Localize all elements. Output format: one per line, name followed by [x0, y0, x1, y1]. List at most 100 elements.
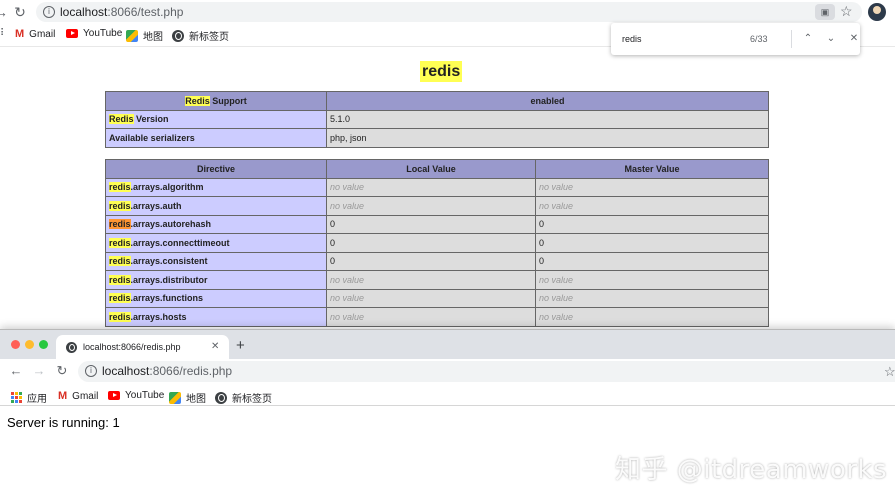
- front-address-bar[interactable]: i localhost:8066/redis.php: [78, 361, 895, 382]
- directive-name-cell: redis.arrays.distributor: [105, 270, 327, 290]
- master-value-cell: no value: [535, 288, 769, 308]
- key-text: Available serializers: [109, 132, 195, 143]
- maximize-window-button[interactable]: [39, 340, 48, 349]
- master-value-cell: no value: [535, 307, 769, 327]
- table-value-cell: php, json: [326, 128, 769, 148]
- minimize-window-button[interactable]: [25, 340, 34, 349]
- search-highlight: redis: [109, 293, 131, 304]
- directive-name-cell: redis.arrays.consistent: [105, 251, 327, 271]
- find-input[interactable]: redis: [622, 34, 642, 44]
- table-row: redis.arrays.hosts no value no value: [105, 307, 769, 327]
- find-previous-icon[interactable]: ⌃: [800, 31, 816, 47]
- bookmark-youtube[interactable]: YouTube: [66, 28, 122, 39]
- directive-suffix: .arrays.autorehash: [130, 219, 212, 230]
- phpinfo-page: redis Redis Support enabled Redis Versio…: [0, 46, 895, 330]
- bookmark-apps-partial[interactable]: ⠿: [0, 28, 4, 39]
- find-match-count: 6/33: [750, 34, 768, 44]
- bookmark-newtab[interactable]: 新标签页: [215, 390, 272, 405]
- master-value-cell: no value: [535, 177, 769, 197]
- site-info-icon[interactable]: i: [43, 6, 55, 18]
- directive-name-cell: redis.arrays.functions: [105, 288, 327, 308]
- url-host: localhost: [60, 5, 108, 19]
- table-row: redis.arrays.autorehash 0 0: [105, 214, 769, 234]
- table-header-cell: Redis Support: [105, 91, 327, 111]
- table-row: Redis Version 5.1.0: [105, 109, 769, 129]
- bookmark-star-icon[interactable]: ☆: [840, 3, 853, 20]
- url-host: localhost: [102, 364, 150, 378]
- bookmark-label: 地图: [143, 32, 163, 43]
- header-master-value: Master Value: [535, 159, 769, 179]
- local-value-cell: 0: [326, 233, 536, 253]
- search-highlight-current: redis: [109, 219, 131, 230]
- search-highlight: redis: [109, 311, 131, 322]
- bookmark-maps[interactable]: 地图: [169, 390, 206, 405]
- tab-favicon-globe-icon: [66, 342, 77, 353]
- front-toolbar: ← → ↻ i localhost:8066/redis.php: [0, 359, 895, 385]
- table-row: Available serializers php, json: [105, 128, 769, 148]
- find-close-icon[interactable]: ✕: [846, 31, 862, 47]
- search-highlight: redis: [109, 182, 131, 193]
- bookmark-apps[interactable]: 应用: [11, 390, 47, 405]
- header-local-value: Local Value: [326, 159, 536, 179]
- profile-avatar[interactable]: [868, 3, 886, 21]
- reload-icon[interactable]: ↻: [11, 3, 29, 21]
- tab-close-icon[interactable]: ✕: [211, 341, 219, 352]
- reload-icon[interactable]: ↻: [54, 363, 70, 379]
- directive-name-cell: redis.arrays.autorehash: [105, 214, 327, 234]
- search-highlight: Redis: [185, 95, 210, 106]
- master-value-cell: no value: [535, 270, 769, 290]
- tab-redis-php[interactable]: localhost:8066/redis.php ✕: [56, 335, 229, 359]
- search-highlight: redis: [109, 274, 131, 285]
- bookmark-gmail[interactable]: M Gmail: [58, 390, 98, 402]
- table-key-cell: Redis Version: [105, 109, 327, 129]
- directive-suffix: .arrays.connecttimeout: [130, 237, 230, 248]
- local-value-cell: no value: [326, 177, 536, 197]
- apps-icon: [11, 392, 22, 403]
- local-value-cell: no value: [326, 307, 536, 327]
- bookmark-label: Gmail: [29, 28, 56, 40]
- forward-arrow-icon[interactable]: →: [31, 363, 47, 379]
- local-value-cell: no value: [326, 270, 536, 290]
- bookmark-label: YouTube: [125, 390, 165, 401]
- back-arrow-icon[interactable]: ←: [8, 363, 24, 379]
- forward-icon[interactable]: →: [0, 3, 10, 21]
- bookmark-newtab[interactable]: 新标签页: [172, 28, 229, 43]
- table-row: redis.arrays.functions no value no value: [105, 288, 769, 308]
- bookmark-label: 新标签页: [232, 394, 272, 405]
- back-toolbar: → ↻ i localhost:8066/test.php ▣ ☆: [0, 0, 895, 24]
- youtube-icon: [108, 391, 120, 400]
- find-bar: redis 6/33 ⌃ ⌄ ✕: [611, 23, 860, 55]
- back-browser-window: → ↻ i localhost:8066/test.php ▣ ☆ ⠿ M Gma…: [0, 0, 895, 330]
- table-row: redis.arrays.algorithm no value no value: [105, 177, 769, 197]
- directive-name-cell: redis.arrays.algorithm: [105, 177, 327, 197]
- redis-directive-table: Directive Local Value Master Value redis…: [105, 159, 769, 327]
- page-action-icon[interactable]: ▣: [815, 4, 835, 20]
- youtube-icon: [66, 29, 78, 38]
- table-header-row: Directive Local Value Master Value: [105, 159, 769, 179]
- master-value-cell: 0: [535, 214, 769, 234]
- globe-icon: [172, 29, 184, 42]
- url-path: :8066/redis.php: [149, 364, 233, 378]
- gmail-icon: M: [58, 390, 68, 402]
- header-directive: Directive: [105, 159, 327, 179]
- local-value-cell: 0: [326, 251, 536, 271]
- apps-icon-partial: ⠿: [0, 28, 5, 39]
- bookmark-label: Gmail: [72, 390, 99, 402]
- site-info-icon[interactable]: i: [85, 365, 97, 377]
- watermark-text: 知乎 @itdreamworks: [615, 455, 888, 485]
- bookmark-youtube[interactable]: YouTube: [108, 390, 164, 401]
- find-next-icon[interactable]: ⌄: [823, 31, 839, 47]
- bookmark-maps[interactable]: 地图: [126, 28, 163, 43]
- maps-icon: [126, 29, 138, 42]
- url-path: :8066/test.php: [107, 5, 184, 19]
- bookmark-label: 应用: [27, 394, 47, 405]
- search-highlight: redis: [109, 256, 131, 267]
- bookmark-label: 地图: [186, 394, 206, 405]
- page-title: redis: [420, 61, 463, 82]
- back-address-bar[interactable]: i localhost:8066/test.php: [36, 2, 862, 22]
- new-tab-plus-icon[interactable]: +: [236, 338, 245, 354]
- bookmark-gmail[interactable]: M Gmail: [15, 28, 55, 40]
- close-window-button[interactable]: [11, 340, 20, 349]
- bookmark-star-icon[interactable]: ☆: [884, 364, 895, 380]
- gmail-icon: M: [15, 28, 25, 40]
